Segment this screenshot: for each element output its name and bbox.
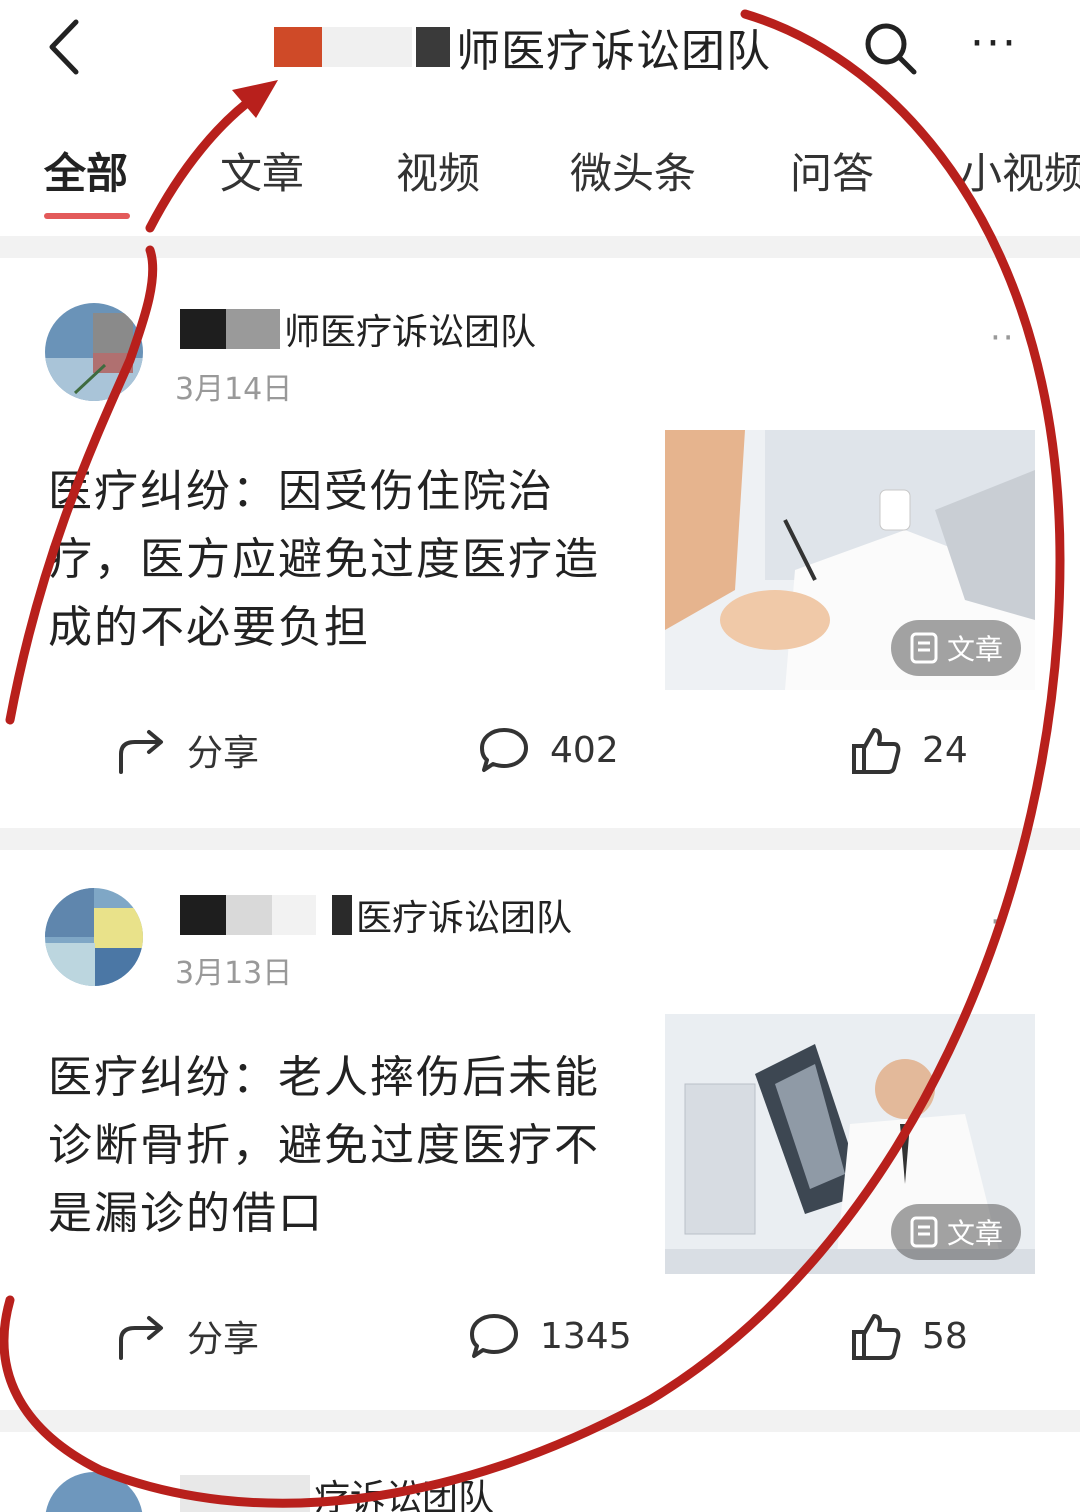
post-actions: 分享 402 24 [0, 724, 1080, 784]
article-badge: 文章 [890, 620, 1021, 676]
tab-qa[interactable]: 问答 [790, 140, 874, 201]
avatar-image [45, 888, 143, 986]
thumbs-up-icon [852, 1314, 901, 1360]
comment-icon [480, 728, 528, 772]
redacted-mark [226, 895, 272, 935]
redacted-mark [274, 27, 322, 67]
post-title[interactable]: 医疗纠纷：老人摔伤后未能诊断骨折，避免过度医疗不是漏诊的借口 [48, 1044, 638, 1248]
badge-label: 文章 [946, 1217, 1003, 1250]
thumbs-up-icon [852, 728, 901, 774]
share-button[interactable]: 分享 [115, 1310, 259, 1362]
redacted-mark [226, 309, 280, 349]
redacted-mark [332, 895, 352, 935]
post-card[interactable]: 医疗诉讼团队 3月13日 · 医疗纠纷：老人摔伤后未能诊断骨折，避免过度医疗不是… [0, 850, 1080, 1410]
active-tab-indicator [44, 213, 130, 219]
tab-short-videos[interactable]: 小视频 [960, 140, 1080, 201]
author-name[interactable]: 师医疗诉讼团队 [284, 303, 536, 355]
post-thumbnail[interactable]: 文章 [665, 1014, 1035, 1274]
redacted-mark [180, 309, 226, 349]
share-label: 分享 [187, 1319, 260, 1360]
author-name[interactable]: 医疗诉讼团队 [356, 889, 572, 941]
article-badge: 文章 [890, 1204, 1021, 1260]
post-more-button[interactable]: · [990, 902, 1003, 942]
tab-bar: 全部 文章 视频 微头条 问答 小视频 [0, 120, 1080, 220]
comment-button[interactable]: 1345 [468, 1310, 632, 1362]
share-button[interactable]: 分享 [115, 724, 259, 776]
tab-articles[interactable]: 文章 [220, 140, 304, 201]
post-date: 3月14日 [175, 372, 293, 407]
author-name[interactable]: 疗诉讼团队 [314, 1469, 494, 1512]
search-icon [865, 23, 917, 75]
post-thumbnail[interactable]: 文章 [665, 430, 1035, 690]
like-button[interactable]: 58 [850, 1310, 968, 1362]
like-count: 24 [922, 729, 968, 771]
page-title-wrap: 师医疗诉讼团队 [230, 12, 771, 82]
post-card[interactable]: 疗诉讼团队 [0, 1432, 1080, 1512]
avatar[interactable] [45, 303, 143, 401]
author-row: 师医疗诉讼团队 [180, 304, 536, 354]
search-button[interactable] [860, 18, 920, 78]
divider [0, 1410, 1080, 1432]
more-button[interactable]: ··· [970, 18, 1018, 69]
comment-count: 402 [550, 729, 619, 771]
tab-all[interactable]: 全部 [44, 140, 128, 201]
document-icon [910, 1216, 938, 1248]
divider [0, 236, 1080, 258]
like-button[interactable]: 24 [850, 724, 968, 776]
post-more-button[interactable]: ·· [990, 318, 1016, 358]
comment-button[interactable]: 402 [478, 724, 619, 776]
divider [0, 828, 1080, 850]
post-date: 3月13日 [175, 956, 293, 991]
document-icon [910, 632, 938, 664]
redacted-mark [416, 27, 450, 67]
like-count: 58 [922, 1315, 968, 1357]
redacted-mark [272, 895, 316, 935]
comment-count: 1345 [540, 1315, 632, 1357]
tab-videos[interactable]: 视频 [396, 140, 480, 201]
author-row: 疗诉讼团队 [180, 1470, 494, 1512]
post-title[interactable]: 医疗纠纷：因受伤住院治疗，医方应避免过度医疗造成的不必要负担 [48, 458, 638, 662]
top-bar: 师医疗诉讼团队 ··· [0, 0, 1080, 100]
share-icon [119, 1316, 163, 1360]
avatar-image [45, 1472, 143, 1512]
redacted-mark [322, 27, 412, 67]
tab-micro-posts[interactable]: 微头条 [570, 140, 696, 201]
post-card[interactable]: 师医疗诉讼团队 3月14日 ·· 医疗纠纷：因受伤住院治疗，医方应避免过度医疗造… [0, 258, 1080, 828]
badge-label: 文章 [946, 633, 1003, 666]
avatar[interactable] [45, 888, 143, 986]
avatar-image [45, 303, 143, 401]
share-icon [119, 730, 163, 774]
back-arrow-icon [49, 19, 79, 75]
author-row: 医疗诉讼团队 [180, 890, 572, 940]
back-button[interactable] [40, 12, 100, 82]
avatar[interactable] [45, 1472, 143, 1512]
comment-icon [470, 1314, 518, 1358]
redacted-mark [180, 1475, 310, 1512]
redacted-mark [180, 895, 226, 935]
post-actions: 分享 1345 58 [0, 1310, 1080, 1370]
share-label: 分享 [187, 733, 260, 774]
page-title: 师医疗诉讼团队 [456, 26, 771, 77]
